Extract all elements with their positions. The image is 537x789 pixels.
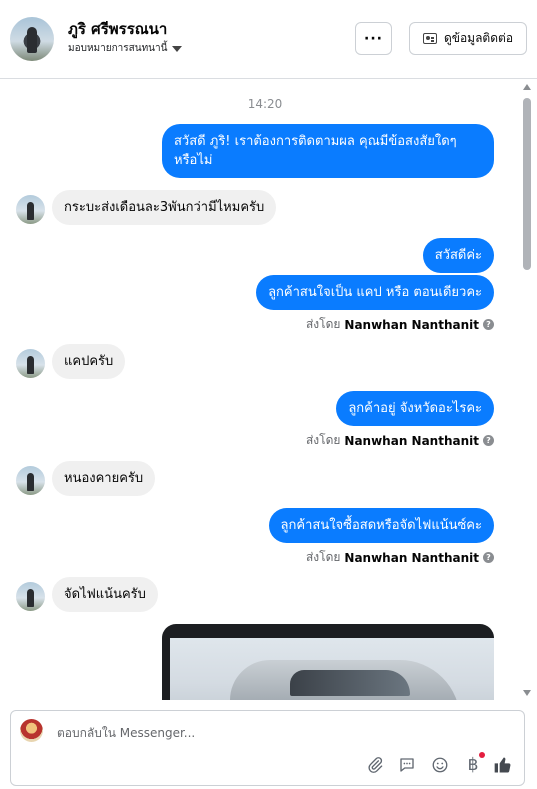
image-attachment[interactable]: [162, 624, 494, 700]
message-incoming[interactable]: กระบะส่งเดือนละ3พันกว่ามีไหมครับ: [52, 190, 277, 225]
info-icon[interactable]: ?: [483, 435, 494, 446]
reply-input[interactable]: [55, 721, 479, 745]
sent-by-label: ส่งโดย Nanwhan Nanthanit ?: [306, 431, 494, 450]
message-incoming[interactable]: จัดไฟแน้นครับ: [52, 577, 158, 612]
sent-by-name: Nanwhan Nanthanit: [344, 433, 479, 448]
sent-by-label: ส่งโดย Nanwhan Nanthanit ?: [306, 315, 494, 334]
view-contact-info-button[interactable]: ดูข้อมูลติดต่อ: [409, 22, 527, 55]
message-outgoing[interactable]: ลูกค้าอยู่ จังหวัดอะไรคะ: [336, 391, 494, 426]
message-outgoing[interactable]: ลูกค้าสนใจเป็น แคป หรือ ตอนเดียวคะ: [256, 275, 494, 310]
sender-avatar: [16, 466, 45, 495]
caret-down-icon: [172, 45, 183, 52]
message-thread[interactable]: 14:20 สวัสดี ภูริ! เราต้องการติดตามผล คุ…: [0, 80, 520, 700]
info-icon[interactable]: ?: [483, 319, 494, 330]
emoji-icon[interactable]: [430, 755, 450, 775]
chat-scrollbar[interactable]: [522, 84, 532, 696]
sender-avatar: [16, 195, 45, 224]
contact-name[interactable]: ภูริ ศรีพรรณนา: [68, 17, 167, 41]
conversation-header: ภูริ ศรีพรรณนา มอบหมายการสนทนานี้ ··· ดู…: [0, 0, 537, 79]
sent-by-name: Nanwhan Nanthanit: [344, 550, 479, 565]
sender-avatar: [16, 349, 45, 378]
scroll-up-arrow-icon[interactable]: [523, 84, 531, 90]
message-composer: ฿: [10, 710, 525, 786]
notification-dot: [479, 752, 485, 758]
sent-by-prefix: ส่งโดย: [305, 550, 341, 564]
pickup-truck-image: [230, 660, 460, 700]
scroll-down-arrow-icon[interactable]: [523, 690, 531, 696]
contact-avatar[interactable]: [10, 17, 54, 61]
message-incoming[interactable]: หนองคายครับ: [52, 461, 156, 496]
message-timestamp: 14:20: [247, 97, 283, 111]
chat-bubble-icon[interactable]: [397, 755, 417, 775]
sent-by-prefix: ส่งโดย: [305, 433, 341, 447]
contact-card-icon: [422, 33, 437, 44]
info-icon[interactable]: ?: [483, 552, 494, 563]
page-avatar: [20, 719, 43, 742]
more-icon: ···: [364, 30, 383, 47]
sent-by-name: Nanwhan Nanthanit: [344, 317, 479, 332]
paperclip-icon[interactable]: [365, 755, 385, 775]
attachment-photo: [170, 638, 494, 700]
more-options-button[interactable]: ···: [355, 22, 392, 55]
scroll-thumb[interactable]: [523, 98, 531, 270]
baht-icon[interactable]: ฿: [463, 755, 483, 775]
view-contact-info-label: ดูข้อมูลติดต่อ: [443, 31, 514, 45]
message-incoming[interactable]: แคปครับ: [52, 344, 126, 379]
sender-avatar: [16, 582, 45, 611]
message-outgoing[interactable]: ลูกค้าสนใจซื้อสดหรือจัดไฟแน้นซ์คะ: [268, 508, 494, 543]
sent-by-prefix: ส่งโดย: [305, 317, 341, 331]
assign-conversation-dropdown[interactable]: มอบหมายการสนทนานี้: [68, 41, 183, 56]
sent-by-label: ส่งโดย Nanwhan Nanthanit ?: [306, 548, 494, 567]
thumbs-up-icon[interactable]: [493, 755, 513, 775]
message-outgoing[interactable]: สวัสดี ภูริ! เราต้องการติดตามผล คุณมีข้อ…: [162, 124, 494, 178]
assign-label: มอบหมายการสนทนานี้: [68, 43, 168, 54]
message-outgoing[interactable]: สวัสดีค่ะ: [422, 238, 494, 273]
